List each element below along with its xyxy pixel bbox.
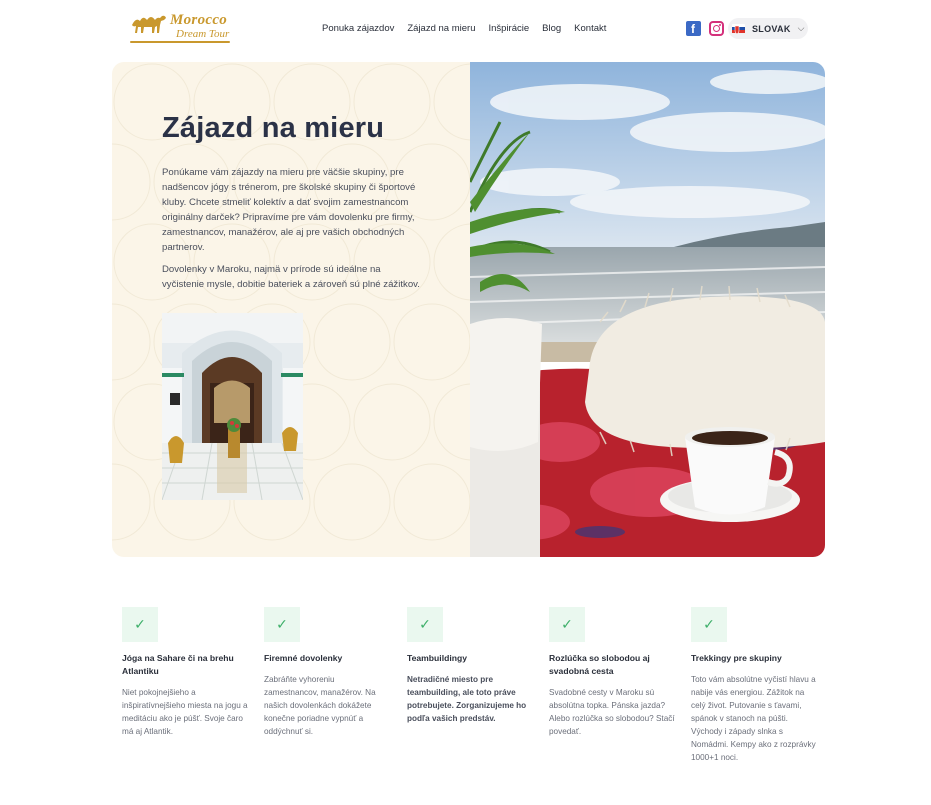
logo-underline xyxy=(130,41,230,43)
nav-item-blog[interactable]: Blog xyxy=(542,23,561,34)
hero-text-panel: Zájazd na mieru Ponúkame vám zájazdy na … xyxy=(112,62,470,557)
language-label: SLOVAK xyxy=(752,23,791,34)
check-icon: ✓ xyxy=(264,607,300,642)
feature-title: Teambuildingy xyxy=(407,653,468,663)
chevron-down-icon: ⌵ xyxy=(797,23,805,33)
main-nav: Ponuka zájazdov Zájazd na mieru Inšpirác… xyxy=(322,23,619,34)
site-logo[interactable]: Morocco Dream Tour xyxy=(128,11,232,47)
feature-trekking: ✓ Trekkingy pre skupiny Toto vám absolút… xyxy=(691,607,817,764)
riad-interior-image xyxy=(162,313,303,500)
feature-description: Netradičné miesto pre teambuilding, ale … xyxy=(407,675,527,723)
check-icon: ✓ xyxy=(691,607,727,642)
logo-text: Morocco Dream Tour xyxy=(170,13,229,40)
logo-line1: Morocco xyxy=(170,12,228,28)
slovak-flag-icon xyxy=(732,23,745,34)
nav-item-ponuka[interactable]: Ponuka zájazdov xyxy=(322,23,394,34)
feature-description: Zabráňte vyhoreniu zamestnancov, manažér… xyxy=(264,675,376,736)
check-icon: ✓ xyxy=(407,607,443,642)
page-title: Zájazd na mieru xyxy=(162,112,385,144)
check-icon: ✓ xyxy=(122,607,158,642)
feature-teambuilding: ✓ Teambuildingy Netradičné miesto pre te… xyxy=(407,607,533,725)
nav-item-kontakt[interactable]: Kontakt xyxy=(574,23,606,34)
site-header: Morocco Dream Tour Ponuka zájazdov Zájaz… xyxy=(0,0,931,58)
hero-paragraph-1: Ponúkame vám zájazdy na mieru pre väčšie… xyxy=(162,167,416,253)
instagram-icon[interactable] xyxy=(709,21,724,36)
camel-logo-icon xyxy=(132,15,166,33)
feature-wedding: ✓ Rozlúčka so slobodou aj svadobná cesta… xyxy=(549,607,675,738)
check-icon: ✓ xyxy=(549,607,585,642)
feature-title: Jóga na Sahare či na brehu Atlantiku xyxy=(122,653,234,676)
feature-description: Toto vám absolútne vyčistí hlavu a nabij… xyxy=(691,675,816,762)
logo-line2: Dream Tour xyxy=(176,28,230,40)
facebook-glyph: f xyxy=(691,22,695,36)
nav-item-zajazd-na-mieru[interactable]: Zájazd na mieru xyxy=(407,23,475,34)
feature-description: Niet pokojnejšieho a inšpiratívnejšieho … xyxy=(122,688,248,736)
beach-coffee-photo xyxy=(470,62,825,557)
feature-yoga: ✓ Jóga na Sahare či na brehu Atlantiku N… xyxy=(122,607,248,738)
feature-corporate: ✓ Firemné dovolenky Zabráňte vyhoreniu z… xyxy=(264,607,390,738)
nav-item-inspiracie[interactable]: Inšpirácie xyxy=(488,23,529,34)
feature-title: Firemné dovolenky xyxy=(264,653,343,663)
hero-paragraph-2: Dovolenky v Maroku, najmä v prírode sú i… xyxy=(162,264,420,290)
feature-title: Rozlúčka so slobodou aj svadobná cesta xyxy=(549,653,650,676)
feature-description: Svadobné cesty v Maroku sú absolútna top… xyxy=(549,688,675,736)
feature-title: Trekkingy pre skupiny xyxy=(691,653,782,663)
language-selector[interactable]: SLOVAK ⌵ xyxy=(728,18,808,39)
facebook-icon[interactable]: f xyxy=(686,21,701,36)
